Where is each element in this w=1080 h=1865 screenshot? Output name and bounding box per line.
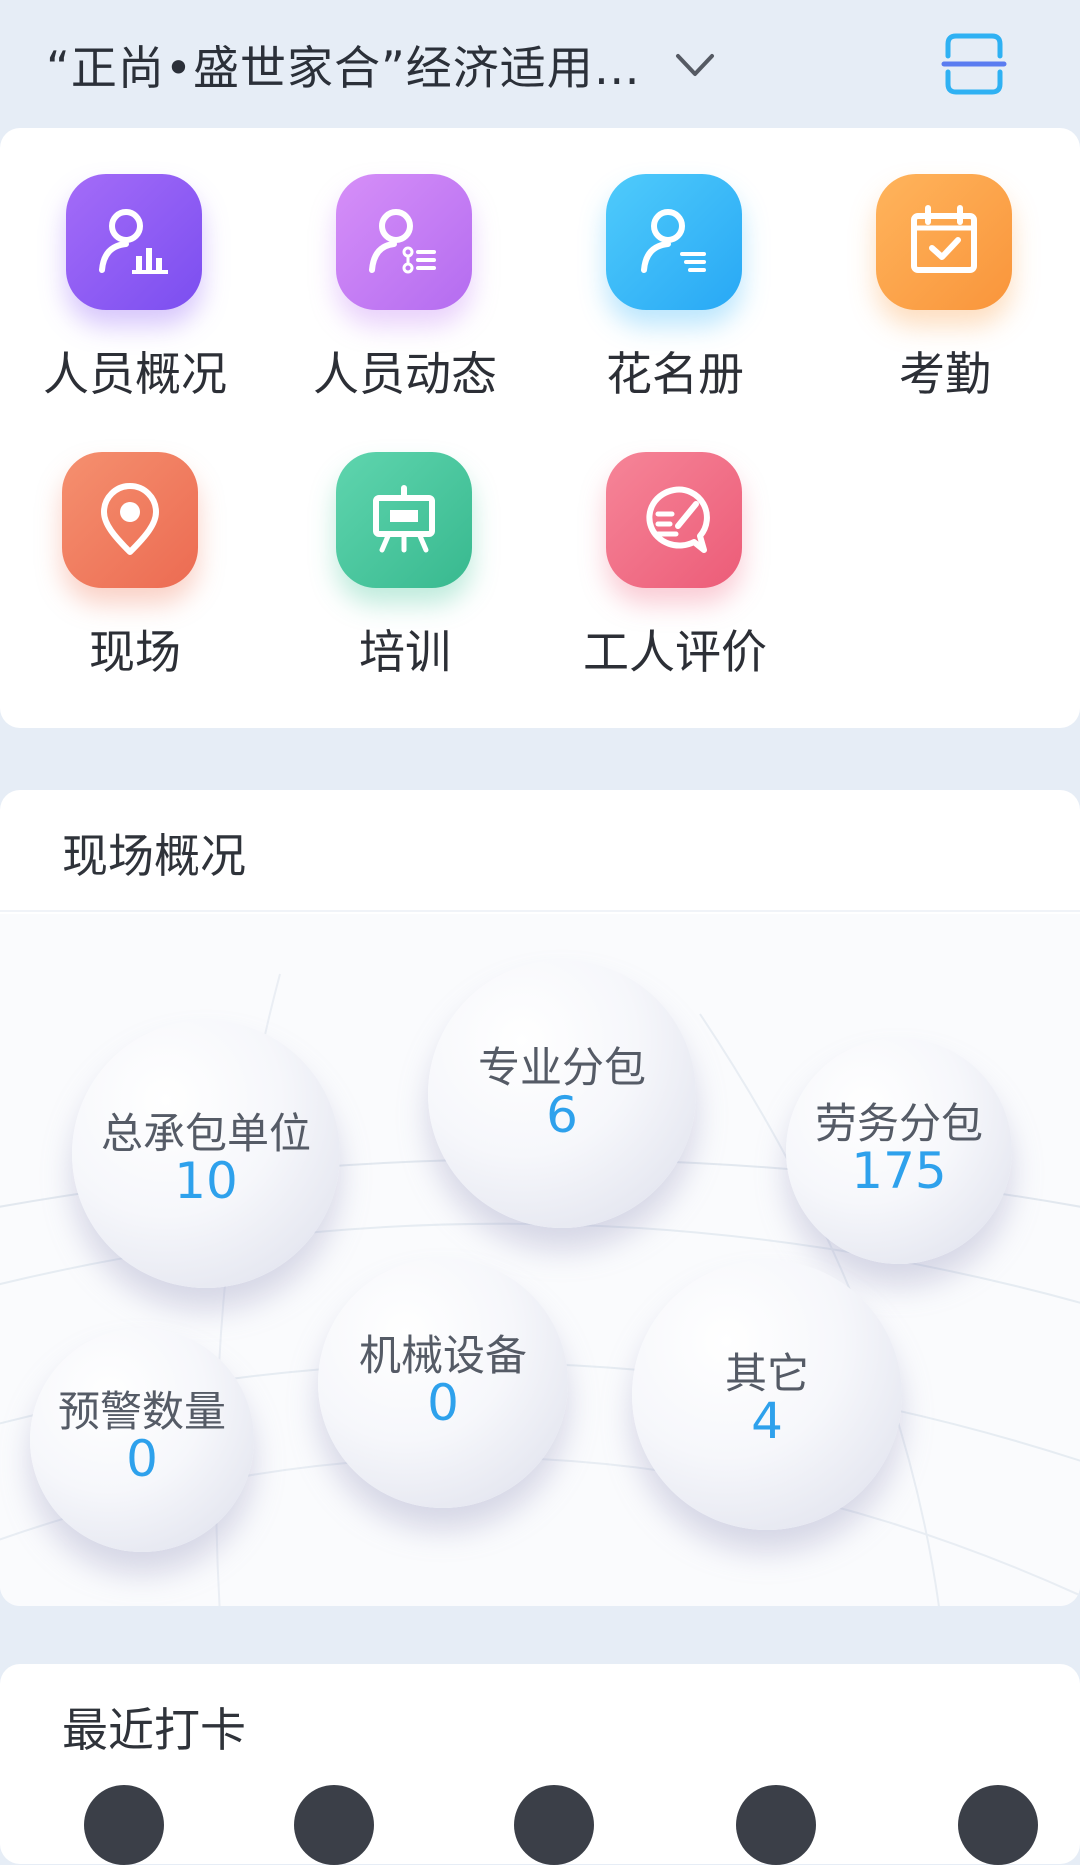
bubble-general-contractor[interactable]: 总承包单位 10 bbox=[72, 1020, 340, 1288]
avatar[interactable] bbox=[736, 1785, 816, 1865]
training-board-icon bbox=[336, 452, 472, 588]
menu-label: 花名册 bbox=[606, 347, 744, 401]
menu-label: 培训 bbox=[359, 625, 451, 679]
menu-label: 现场 bbox=[89, 625, 181, 679]
menu-item-personnel-overview[interactable]: 人员概况 bbox=[0, 128, 270, 401]
attendance-calendar-icon bbox=[876, 174, 1012, 310]
menu-label: 人员动态 bbox=[313, 347, 497, 401]
bubble-specialty-subcontract[interactable]: 专业分包 6 bbox=[428, 960, 696, 1228]
menu-item-attendance[interactable]: 考勤 bbox=[810, 128, 1080, 401]
menu-item-personnel-dynamics[interactable]: 人员动态 bbox=[270, 128, 540, 401]
function-menu-card: 人员概况 人员动态 花名册 考勤 现场 培训 工人评价 bbox=[0, 128, 1080, 728]
roster-icon bbox=[606, 174, 742, 310]
bubble-value: 6 bbox=[546, 1086, 578, 1144]
menu-item-worker-evaluation[interactable]: 工人评价 bbox=[540, 406, 810, 679]
avatar[interactable] bbox=[958, 1785, 1038, 1865]
menu-label: 考勤 bbox=[899, 347, 991, 401]
header-bar: “正尚•盛世家合”经济适用… bbox=[0, 0, 1080, 128]
bubble-machinery[interactable]: 机械设备 0 bbox=[318, 1258, 568, 1508]
bubble-value: 175 bbox=[851, 1142, 947, 1200]
chevron-down-icon[interactable] bbox=[672, 42, 718, 88]
avatar[interactable] bbox=[294, 1785, 374, 1865]
bubble-value: 0 bbox=[126, 1430, 158, 1488]
site-overview-card: 现场概况 总承包单位 10 专业分包 6 劳务分包 175 预警数量 0 机械设… bbox=[0, 790, 1080, 1606]
menu-label: 人员概况 bbox=[43, 347, 227, 401]
location-pin-icon bbox=[62, 452, 198, 588]
bubble-area: 总承包单位 10 专业分包 6 劳务分包 175 预警数量 0 机械设备 0 其… bbox=[0, 914, 1080, 1606]
menu-label: 工人评价 bbox=[583, 625, 767, 679]
personnel-overview-icon bbox=[66, 174, 202, 310]
avatar[interactable] bbox=[514, 1785, 594, 1865]
bubble-value: 4 bbox=[751, 1392, 783, 1450]
bubble-other[interactable]: 其它 4 bbox=[632, 1260, 902, 1530]
bubble-warning-count[interactable]: 预警数量 0 bbox=[30, 1328, 254, 1552]
bubble-labor-subcontract[interactable]: 劳务分包 175 bbox=[786, 1038, 1012, 1264]
project-title[interactable]: “正尚•盛世家合”经济适用… bbox=[46, 32, 641, 98]
menu-item-roster[interactable]: 花名册 bbox=[540, 128, 810, 401]
bubble-value: 0 bbox=[427, 1374, 459, 1432]
section-title: 最近打卡 bbox=[62, 1703, 246, 1757]
evaluation-chat-icon bbox=[606, 452, 742, 588]
section-title: 现场概况 bbox=[62, 829, 246, 883]
menu-item-training[interactable]: 培训 bbox=[270, 406, 540, 679]
divider bbox=[0, 910, 1080, 912]
menu-item-site[interactable]: 现场 bbox=[0, 406, 270, 679]
bubble-value: 10 bbox=[174, 1152, 238, 1210]
personnel-dynamics-icon bbox=[336, 174, 472, 310]
scan-icon[interactable] bbox=[940, 30, 1008, 98]
avatar[interactable] bbox=[84, 1785, 164, 1865]
